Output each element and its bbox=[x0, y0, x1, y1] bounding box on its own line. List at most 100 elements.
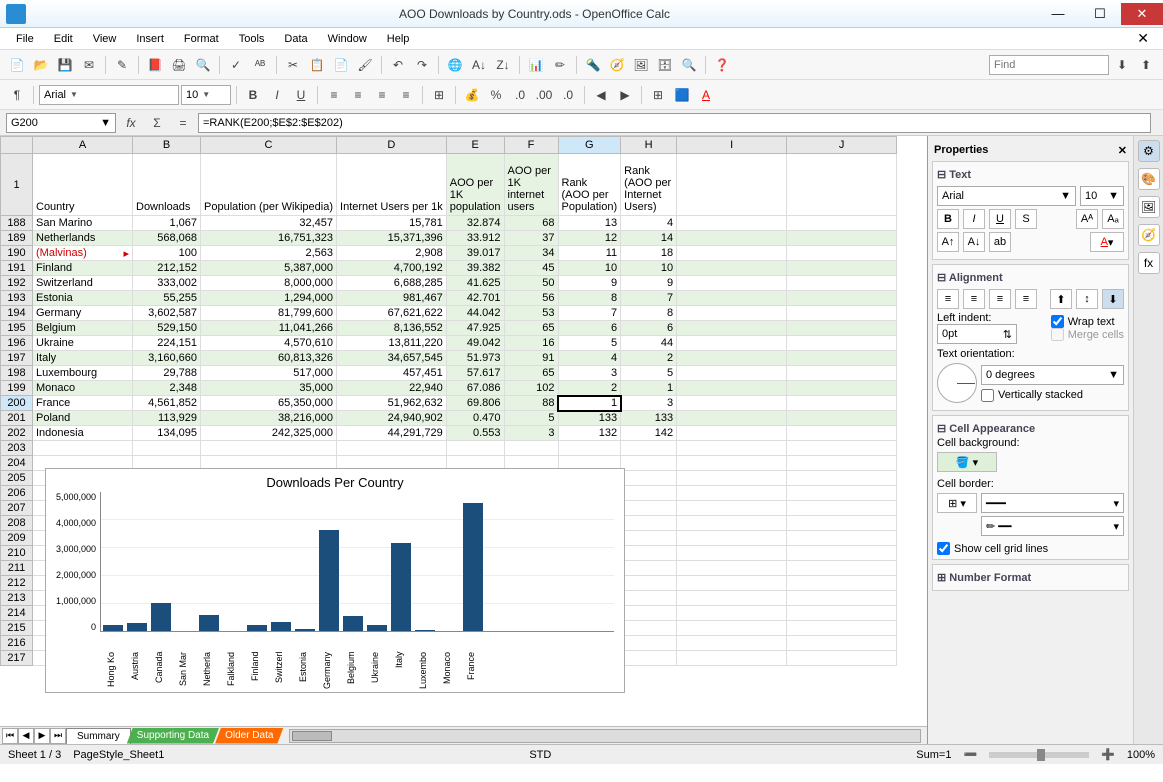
font-name-dropdown[interactable]: Arial▼ bbox=[39, 85, 179, 105]
align-center-icon[interactable]: ≡ bbox=[347, 84, 369, 106]
row-header[interactable]: 201 bbox=[1, 411, 33, 426]
pdf-icon[interactable]: 📕 bbox=[144, 54, 166, 76]
formula-input[interactable] bbox=[198, 113, 1151, 133]
sort-desc-icon[interactable]: Z↓ bbox=[492, 54, 514, 76]
merge-cells-checkbox[interactable]: Merge cells bbox=[1051, 328, 1124, 341]
bg-color-icon[interactable]: 🟦 bbox=[671, 84, 693, 106]
font-size-dropdown[interactable]: 10▼ bbox=[181, 85, 231, 105]
sheet-prev-icon[interactable]: ◀ bbox=[18, 728, 34, 744]
menu-edit[interactable]: Edit bbox=[46, 31, 81, 47]
redo-icon[interactable]: ↷ bbox=[411, 54, 433, 76]
orientation-degrees-dropdown[interactable]: 0 degrees▼ bbox=[981, 365, 1124, 385]
wrap-text-checkbox[interactable]: Wrap text bbox=[1051, 315, 1124, 328]
col-header-F[interactable]: F bbox=[504, 137, 558, 154]
percent-icon[interactable]: % bbox=[485, 84, 507, 106]
row-header-1[interactable]: 1 bbox=[1, 154, 33, 216]
row-header[interactable]: 202 bbox=[1, 426, 33, 441]
datasources-icon[interactable]: 🗄 bbox=[654, 54, 676, 76]
col-header-J[interactable]: J bbox=[787, 137, 897, 154]
sidebar-align-justify-icon[interactable]: ≡ bbox=[1015, 289, 1037, 309]
add-decimal-icon[interactable]: .00 bbox=[533, 84, 555, 106]
orientation-wheel[interactable] bbox=[937, 363, 977, 403]
sidebar-styles-icon[interactable]: 🎨 bbox=[1138, 168, 1160, 190]
zoom-icon[interactable]: 🔍 bbox=[678, 54, 700, 76]
row-header[interactable]: 197 bbox=[1, 351, 33, 366]
sidebar-subscript-icon[interactable]: Aₐ bbox=[1102, 209, 1124, 229]
col-header-H[interactable]: H bbox=[621, 137, 677, 154]
merge-cells-icon[interactable]: ⊞ bbox=[428, 84, 450, 106]
vertically-stacked-checkbox[interactable]: Vertically stacked bbox=[981, 389, 1124, 402]
sidebar-font-dropdown[interactable]: Arial▼ bbox=[937, 186, 1076, 206]
font-color-icon[interactable]: A bbox=[695, 84, 717, 106]
embedded-chart[interactable]: Downloads Per Country 5,000,0004,000,000… bbox=[45, 468, 625, 693]
sum-icon[interactable]: Σ bbox=[146, 112, 168, 134]
border-color-dropdown[interactable]: ✏ ━━▾ bbox=[981, 516, 1124, 536]
bold-icon[interactable]: B bbox=[242, 84, 264, 106]
hyperlink-icon[interactable]: 🌐 bbox=[444, 54, 466, 76]
sidebar-align-left-icon[interactable]: ≡ bbox=[937, 289, 959, 309]
row-header[interactable]: 188 bbox=[1, 216, 33, 231]
border-style-dropdown[interactable]: ━━━▾ bbox=[981, 493, 1124, 513]
cell-bg-color-picker[interactable]: 🪣 ▾ bbox=[937, 452, 997, 472]
remove-decimal-icon[interactable]: .0 bbox=[557, 84, 579, 106]
sheet-tab[interactable]: Supporting Data bbox=[127, 728, 219, 744]
close-button[interactable]: ✕ bbox=[1121, 3, 1163, 25]
sidebar-align-right-icon[interactable]: ≡ bbox=[989, 289, 1011, 309]
col-header-D[interactable]: D bbox=[337, 137, 447, 154]
find-prev-icon[interactable]: ⬆ bbox=[1135, 54, 1157, 76]
sidebar-fontsize-dropdown[interactable]: 10▼ bbox=[1080, 186, 1124, 206]
row-header[interactable]: 194 bbox=[1, 306, 33, 321]
copy-icon[interactable]: 📋 bbox=[306, 54, 328, 76]
col-header-I[interactable]: I bbox=[677, 137, 787, 154]
find-input[interactable] bbox=[989, 55, 1109, 75]
zoom-slider[interactable] bbox=[989, 752, 1089, 758]
gallery-icon[interactable]: 🖼 bbox=[630, 54, 652, 76]
menu-data[interactable]: Data bbox=[276, 31, 315, 47]
function-wizard-icon[interactable]: fx bbox=[120, 112, 142, 134]
sidebar-indent-spinner[interactable]: 0pt⇅ bbox=[937, 324, 1017, 344]
chart-icon[interactable]: 📊 bbox=[525, 54, 547, 76]
function-icon[interactable]: = bbox=[172, 112, 194, 134]
sidebar-grow-font-icon[interactable]: A↑ bbox=[937, 232, 959, 252]
sidebar-shrink-font-icon[interactable]: A↓ bbox=[963, 232, 985, 252]
sidebar-navigator-icon[interactable]: 🧭 bbox=[1138, 224, 1160, 246]
row-header[interactable]: 196 bbox=[1, 336, 33, 351]
sidebar-properties-icon[interactable]: ⚙ bbox=[1138, 140, 1160, 162]
col-header-E[interactable]: E bbox=[446, 137, 504, 154]
find-icon[interactable]: 🔦 bbox=[582, 54, 604, 76]
show-draw-icon[interactable]: ✏ bbox=[549, 54, 571, 76]
status-sum[interactable]: Sum=1 bbox=[916, 749, 951, 761]
col-header-A[interactable]: A bbox=[33, 137, 133, 154]
number-format-icon[interactable]: .0 bbox=[509, 84, 531, 106]
menu-file[interactable]: File bbox=[8, 31, 42, 47]
sidebar-highlight-icon[interactable]: ab bbox=[989, 232, 1011, 252]
cell-reference-box[interactable]: G200▼ bbox=[6, 113, 116, 133]
sidebar-valign-top-icon[interactable]: ⬆ bbox=[1050, 289, 1072, 309]
help-icon[interactable]: ❓ bbox=[711, 54, 733, 76]
menu-window[interactable]: Window bbox=[320, 31, 375, 47]
horizontal-scrollbar[interactable] bbox=[289, 729, 921, 743]
sidebar-underline-icon[interactable]: U bbox=[989, 209, 1011, 229]
row-header[interactable]: 191 bbox=[1, 261, 33, 276]
sidebar-close-icon[interactable]: ✕ bbox=[1118, 144, 1127, 157]
col-header-B[interactable]: B bbox=[133, 137, 201, 154]
document-close-icon[interactable]: ✕ bbox=[1131, 30, 1155, 47]
sidebar-italic-icon[interactable]: I bbox=[963, 209, 985, 229]
paste-icon[interactable]: 📄 bbox=[330, 54, 352, 76]
borders-icon[interactable]: ⊞ bbox=[647, 84, 669, 106]
italic-icon[interactable]: I bbox=[266, 84, 288, 106]
currency-icon[interactable]: 💰 bbox=[461, 84, 483, 106]
sheet-first-icon[interactable]: ⏮ bbox=[2, 728, 18, 744]
minimize-button[interactable]: — bbox=[1037, 3, 1079, 25]
sidebar-strike-icon[interactable]: S bbox=[1015, 209, 1037, 229]
find-next-icon[interactable]: ⬇ bbox=[1111, 54, 1133, 76]
sidebar-bold-icon[interactable]: B bbox=[937, 209, 959, 229]
sidebar-valign-middle-icon[interactable]: ↕ bbox=[1076, 289, 1098, 309]
row-header[interactable]: 198 bbox=[1, 366, 33, 381]
sidebar-superscript-icon[interactable]: Aᴬ bbox=[1076, 209, 1098, 229]
row-header[interactable]: 190 bbox=[1, 246, 33, 261]
open-icon[interactable]: 📂 bbox=[30, 54, 52, 76]
maximize-button[interactable]: ☐ bbox=[1079, 3, 1121, 25]
sidebar-align-center-icon[interactable]: ≡ bbox=[963, 289, 985, 309]
autospell-icon[interactable]: ᴬᴮ bbox=[249, 54, 271, 76]
